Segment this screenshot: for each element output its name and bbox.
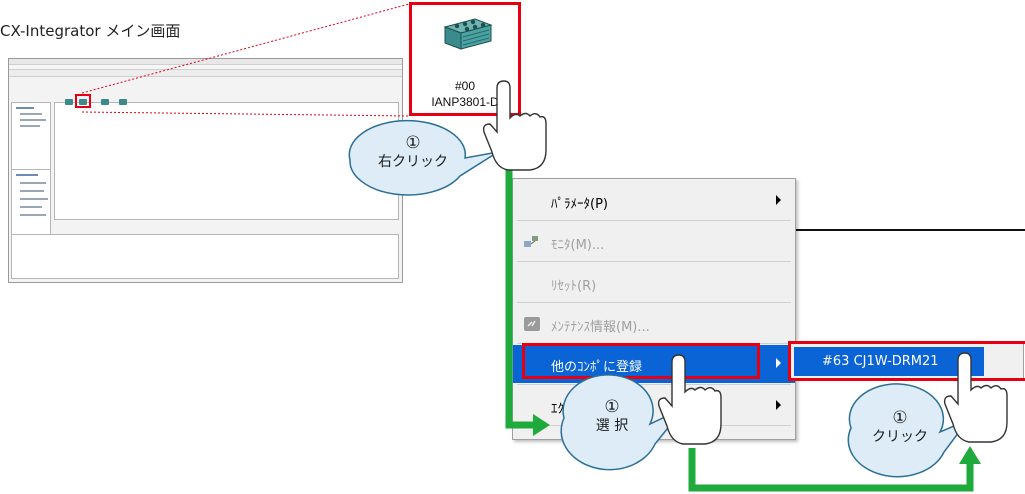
step-number: ①	[405, 133, 421, 153]
step-text: 選 択	[595, 418, 629, 434]
step-number: ①	[892, 408, 908, 428]
step-text: クリック	[872, 429, 928, 445]
callout-click: ① クリック	[860, 408, 940, 446]
callout-right-click: ① 右クリック	[363, 133, 463, 171]
hand-cursor-icon	[657, 354, 722, 445]
hand-cursor-icon	[482, 80, 547, 171]
callout-select: ① 選 択	[572, 397, 652, 435]
step-number: ①	[604, 397, 620, 417]
step-text: 右クリック	[378, 154, 448, 170]
hand-cursor-icon	[943, 352, 1008, 443]
